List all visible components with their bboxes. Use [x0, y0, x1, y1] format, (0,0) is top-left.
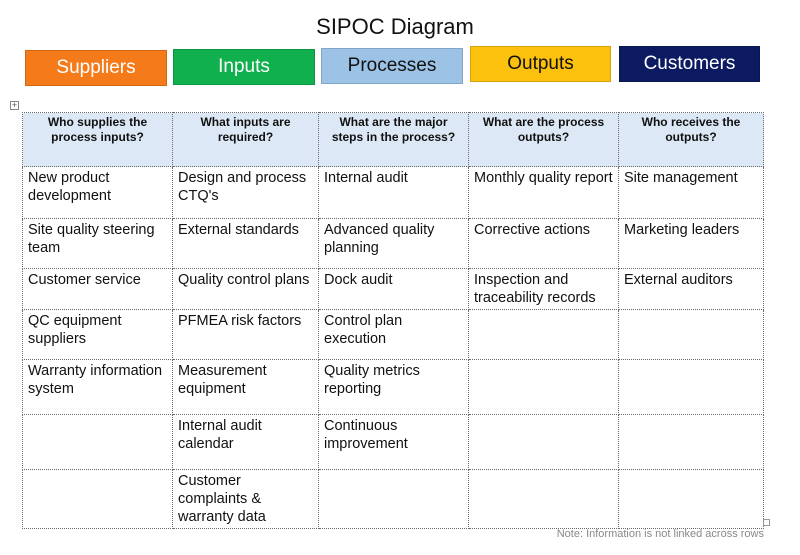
process-cell[interactable]: Dock audit	[318, 268, 469, 310]
process-cell[interactable]: Control plan execution	[318, 309, 469, 360]
customer-cell[interactable]: Marketing leaders	[618, 218, 764, 269]
input-cell[interactable]: Quality control plans	[172, 268, 319, 310]
table-row: Customer complaints & warranty data	[22, 469, 764, 529]
customer-cell[interactable]	[618, 309, 764, 360]
process-cell[interactable]: Internal audit	[318, 166, 469, 219]
input-cell[interactable]: Customer complaints & warranty data	[172, 469, 319, 529]
table-move-handle-icon[interactable]: +	[10, 101, 19, 110]
header-inputs: What inputs are required?	[172, 112, 319, 167]
supplier-cell[interactable]: Warranty information system	[22, 359, 173, 415]
category-suppliers: Suppliers	[25, 50, 167, 86]
table-resize-handle[interactable]	[763, 519, 770, 526]
supplier-cell[interactable]	[22, 414, 173, 470]
category-processes: Processes	[321, 48, 463, 84]
customer-cell[interactable]	[618, 359, 764, 415]
supplier-cell[interactable]: New product development	[22, 166, 173, 219]
input-cell[interactable]: Internal audit calendar	[172, 414, 319, 470]
header-outputs: What are the process outputs?	[468, 112, 619, 167]
header-suppliers: Who supplies the process inputs?	[22, 112, 173, 167]
customer-cell[interactable]	[618, 469, 764, 529]
customer-cell[interactable]	[618, 414, 764, 470]
header-customers: Who receives the outputs?	[618, 112, 764, 167]
output-cell[interactable]	[468, 469, 619, 529]
supplier-cell[interactable]: QC equipment suppliers	[22, 309, 173, 360]
supplier-cell[interactable]: Site quality steering team	[22, 218, 173, 269]
category-inputs: Inputs	[173, 49, 315, 85]
output-cell[interactable]	[468, 359, 619, 415]
customer-cell[interactable]: External auditors	[618, 268, 764, 310]
header-row: Who supplies the process inputs? What in…	[22, 112, 764, 167]
input-cell[interactable]: External standards	[172, 218, 319, 269]
input-cell[interactable]: PFMEA risk factors	[172, 309, 319, 360]
header-processes: What are the major steps in the process?	[318, 112, 469, 167]
footnote: Note: Information is not linked across r…	[556, 528, 764, 540]
input-cell[interactable]: Measurement equipment	[172, 359, 319, 415]
diagram-title: SIPOC Diagram	[316, 14, 474, 39]
output-cell[interactable]: Monthly quality report	[468, 166, 619, 219]
sipoc-table: Who supplies the process inputs? What in…	[22, 112, 764, 529]
input-cell[interactable]: Design and process CTQ's	[172, 166, 319, 219]
table-row: Customer service Quality control plans Doc…	[22, 268, 764, 310]
process-cell[interactable]: Quality metrics reporting	[318, 359, 469, 415]
process-cell[interactable]	[318, 469, 469, 529]
category-outputs: Outputs	[470, 46, 611, 82]
table-row: Internal audit calendar Continuous improv…	[22, 414, 764, 470]
output-cell[interactable]	[468, 414, 619, 470]
output-cell[interactable]	[468, 309, 619, 360]
process-cell[interactable]: Advanced quality planning	[318, 218, 469, 269]
supplier-cell[interactable]: Customer service	[22, 268, 173, 310]
customer-cell[interactable]: Site management	[618, 166, 764, 219]
supplier-cell[interactable]	[22, 469, 173, 529]
category-customers: Customers	[619, 46, 760, 82]
output-cell[interactable]: Inspection and traceability records	[468, 268, 619, 310]
table-row: Site quality steering team External stand…	[22, 218, 764, 269]
table-row: Warranty information system Measurement e…	[22, 359, 764, 415]
process-cell[interactable]: Continuous improvement	[318, 414, 469, 470]
table-row: QC equipment suppliers PFMEA risk factors…	[22, 309, 764, 360]
output-cell[interactable]: Corrective actions	[468, 218, 619, 269]
table-row: New product development Design and proces…	[22, 166, 764, 219]
